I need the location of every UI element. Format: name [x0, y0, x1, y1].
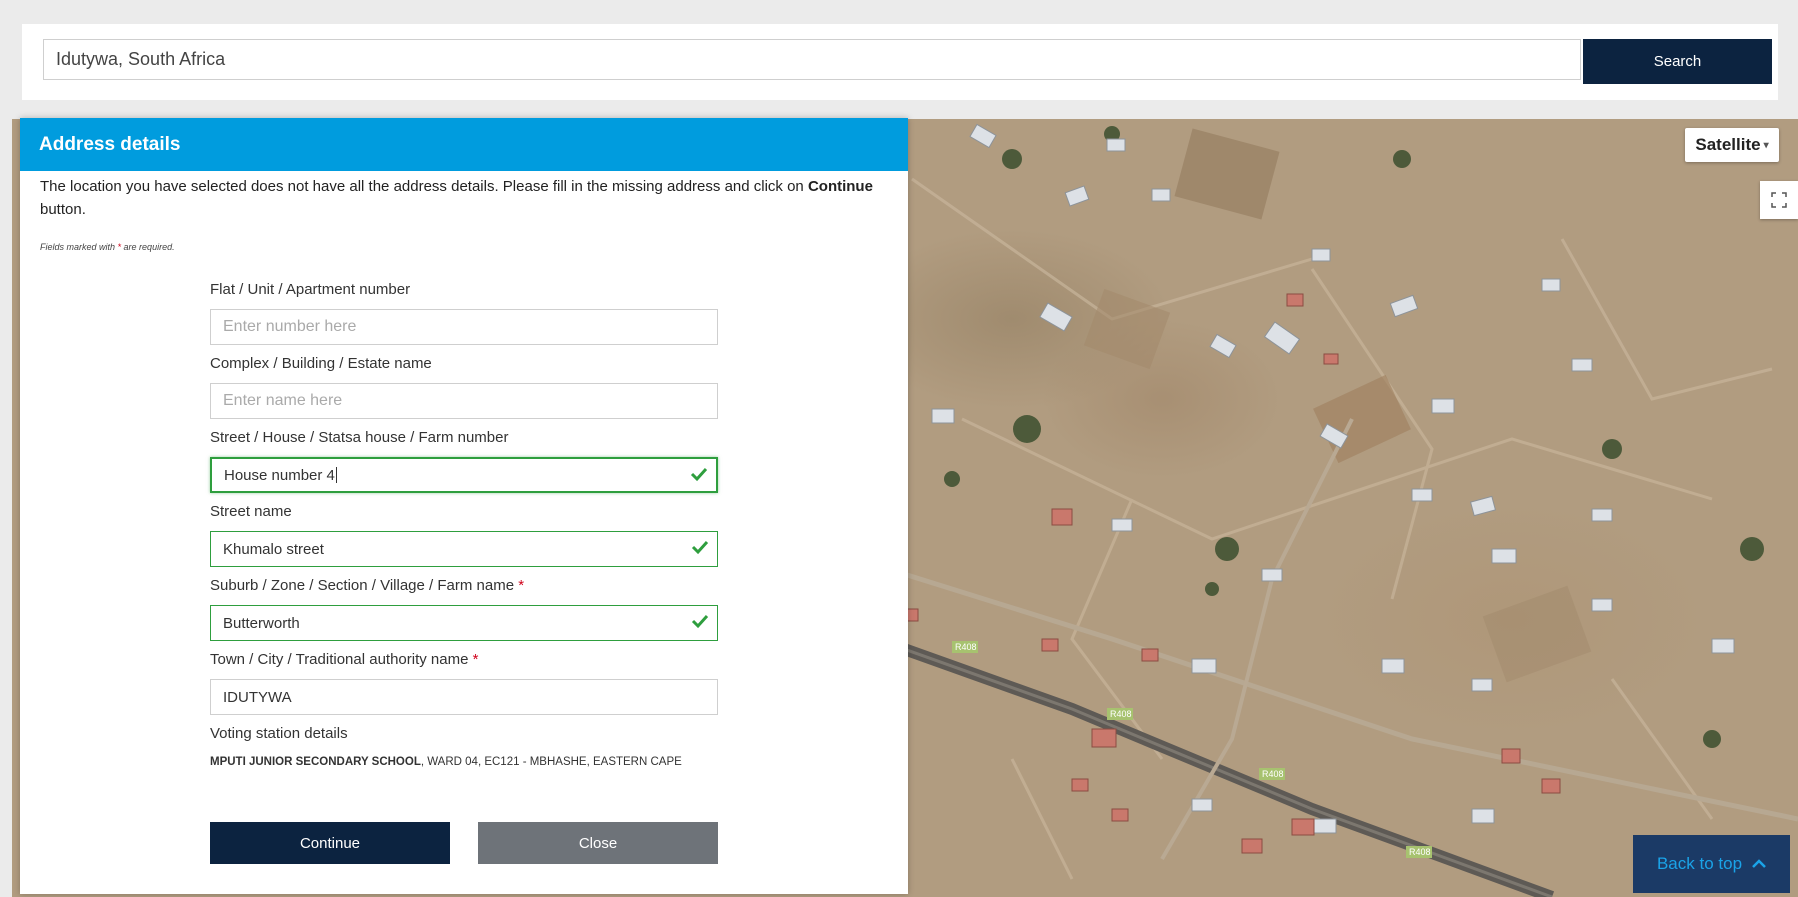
back-to-top-label: Back to top — [1656, 854, 1743, 873]
town-label-text: Town / City / Traditional authority name — [210, 651, 473, 668]
check-icon — [690, 467, 708, 482]
map-type-satellite-button[interactable]: Satellite ▾ — [1685, 128, 1779, 162]
flat-number-input[interactable]: Enter number here — [210, 309, 718, 345]
required-star: * — [518, 577, 525, 594]
intro-continue-word: Continue — [807, 178, 873, 195]
suburb-value: Butterworth — [223, 614, 300, 632]
caret-down-icon: ▾ — [1763, 139, 1769, 151]
road-label-r408-c: R408 — [1262, 769, 1284, 779]
road-label-r408-b: R408 — [1110, 709, 1132, 719]
voting-station-rest: , WARD 04, EC121 - MBHASHE, EASTERN CAPE — [420, 756, 682, 768]
voting-station-details: MPUTI JUNIOR SECONDARY SCHOOL, WARD 04, … — [210, 756, 682, 768]
voting-station-name: MPUTI JUNIOR SECONDARY SCHOOL — [210, 756, 421, 768]
road-label-r408-a: R408 — [955, 642, 977, 652]
town-label: Town / City / Traditional authority name… — [210, 651, 478, 668]
back-to-top-button[interactable]: Back to top — [1633, 835, 1790, 893]
continue-button[interactable]: Continue — [210, 822, 450, 864]
voting-station-label: Voting station details — [210, 725, 348, 742]
street-name-value: Khumalo street — [223, 540, 324, 558]
complex-name-input[interactable]: Enter name here — [210, 383, 718, 419]
check-icon — [691, 540, 709, 555]
street-name-input[interactable]: Khumalo street — [210, 531, 718, 567]
required-note: Fields marked with * are required. — [40, 242, 175, 252]
road-label-r408-d: R408 — [1409, 847, 1431, 857]
suburb-label: Suburb / Zone / Section / Village / Farm… — [210, 577, 524, 594]
flat-number-label: Flat / Unit / Apartment number — [210, 281, 411, 298]
town-value: IDUTYWA — [223, 688, 292, 706]
street-number-label: Street / House / Statsa house / Farm num… — [210, 429, 509, 446]
suburb-label-text: Suburb / Zone / Section / Village / Farm… — [210, 577, 519, 594]
search-button[interactable]: Search — [1583, 39, 1772, 84]
map-type-label: Satellite — [1695, 135, 1761, 154]
street-name-label: Street name — [210, 503, 292, 520]
suburb-input[interactable]: Butterworth — [210, 605, 718, 641]
required-note-post: are required. — [121, 242, 175, 252]
search-input[interactable] — [43, 39, 1581, 80]
modal-intro-text: The location you have selected does not … — [40, 175, 900, 221]
modal-title: Address details — [20, 118, 908, 171]
intro-end: button. — [40, 201, 86, 218]
intro-text: The location you have selected does not … — [40, 178, 808, 195]
town-input[interactable]: IDUTYWA — [210, 679, 718, 715]
required-note-pre: Fields marked with — [40, 242, 118, 252]
close-button[interactable]: Close — [478, 822, 718, 864]
complex-name-label: Complex / Building / Estate name — [210, 355, 432, 372]
text-cursor — [335, 467, 337, 483]
street-number-input[interactable]: House number 4 — [210, 457, 718, 493]
address-details-modal: Address details The location you have se… — [20, 118, 908, 894]
chevron-up-icon — [1752, 859, 1766, 868]
required-star: * — [472, 651, 479, 668]
fullscreen-icon — [1771, 192, 1787, 208]
street-number-value: House number 4 — [224, 466, 335, 484]
check-icon — [691, 614, 709, 629]
fullscreen-button[interactable] — [1760, 181, 1798, 219]
